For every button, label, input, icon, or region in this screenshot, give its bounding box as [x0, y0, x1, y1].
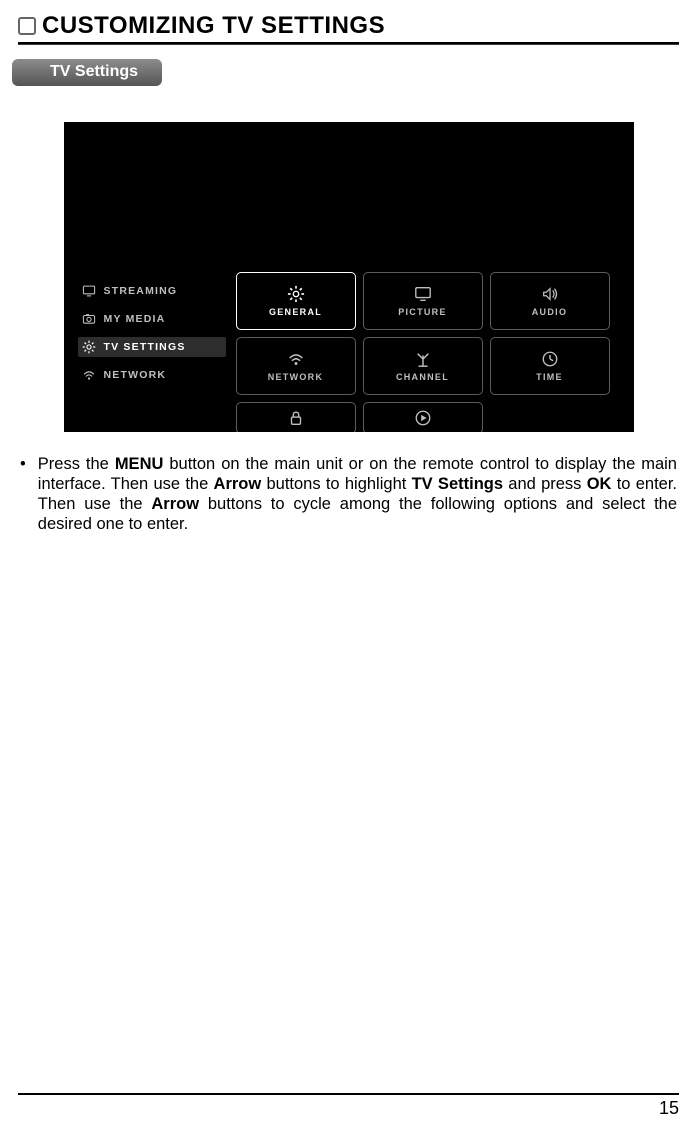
tile-lock[interactable] — [236, 402, 356, 432]
monitor-icon — [82, 284, 96, 298]
sidebar: STREAMING MY MEDIA TV SETTINGS NETWORK — [82, 282, 222, 384]
instruction-paragraph: Press the MENU button on the main unit o… — [38, 454, 677, 535]
title-underline — [18, 42, 679, 45]
tile-picture[interactable]: PICTURE — [363, 272, 483, 330]
sound-icon — [540, 285, 560, 303]
section-chip: TV Settings — [12, 59, 162, 86]
tv-settings-screenshot: STREAMING MY MEDIA TV SETTINGS NETWORK G… — [64, 122, 634, 432]
tile-label: NETWORK — [268, 372, 324, 382]
page-title-row: CUSTOMIZING TV SETTINGS — [18, 12, 679, 40]
gear-icon — [82, 340, 96, 354]
play-icon — [413, 409, 433, 427]
tile-label: AUDIO — [532, 307, 568, 317]
tile-label: TIME — [536, 372, 563, 382]
antenna-icon — [413, 350, 433, 368]
sidebar-item-label: NETWORK — [104, 369, 167, 381]
tile-audio[interactable]: AUDIO — [490, 272, 610, 330]
sidebar-item-network[interactable]: NETWORK — [82, 366, 222, 384]
wifi-icon — [82, 368, 96, 382]
sidebar-item-tv-settings[interactable]: TV SETTINGS — [78, 337, 226, 357]
tile-general[interactable]: GENERAL — [236, 272, 356, 330]
tile-network[interactable]: NETWORK — [236, 337, 356, 395]
tile-play[interactable] — [363, 402, 483, 432]
sidebar-item-label: MY MEDIA — [104, 313, 166, 325]
clock-icon — [540, 350, 560, 368]
bullet-mark: • — [20, 454, 26, 535]
sidebar-item-label: TV SETTINGS — [104, 341, 186, 353]
tile-time[interactable]: TIME — [490, 337, 610, 395]
page-number: 15 — [659, 1098, 679, 1118]
sidebar-item-label: STREAMING — [104, 285, 178, 297]
tile-label: GENERAL — [269, 307, 322, 317]
wifi-icon — [286, 350, 306, 368]
tile-label: CHANNEL — [396, 372, 449, 382]
camera-icon — [82, 312, 96, 326]
tile-label: PICTURE — [398, 307, 447, 317]
sidebar-item-my-media[interactable]: MY MEDIA — [82, 310, 222, 328]
page-title: CUSTOMIZING TV SETTINGS — [42, 12, 385, 40]
gear-icon — [286, 285, 306, 303]
tile-channel[interactable]: CHANNEL — [363, 337, 483, 395]
lock-icon — [286, 409, 306, 427]
settings-tile-grid: GENERAL PICTURE AUDIO NETWORK CHANNEL TI… — [236, 272, 610, 432]
title-square-icon — [18, 17, 36, 35]
monitor-icon — [413, 285, 433, 303]
instruction-text: • Press the MENU button on the main unit… — [18, 454, 679, 535]
page-footer: 15 — [18, 1093, 679, 1119]
sidebar-item-streaming[interactable]: STREAMING — [82, 282, 222, 300]
